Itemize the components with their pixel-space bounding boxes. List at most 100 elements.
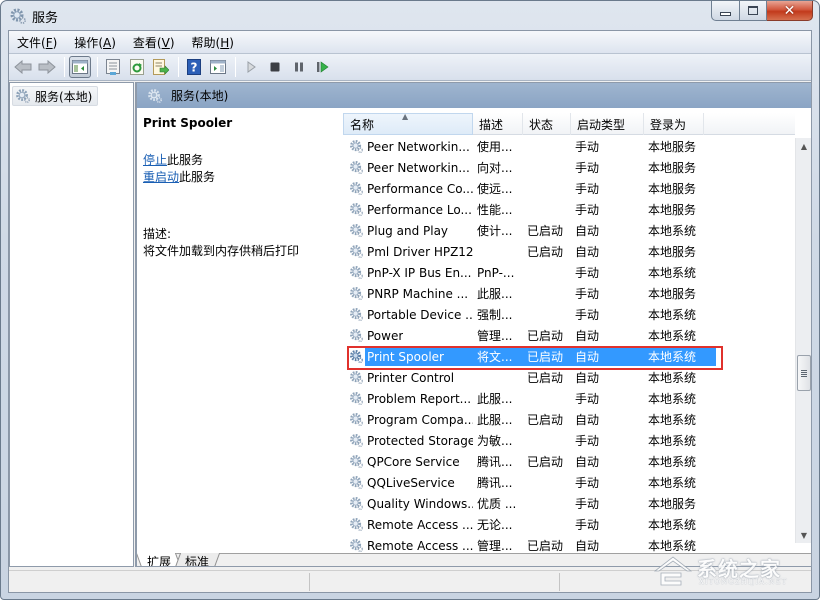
export-list-button[interactable]: [150, 56, 172, 78]
cell-startup-type: 自动: [575, 413, 600, 427]
menu-file[interactable]: 文件(F): [17, 34, 57, 51]
table-row[interactable]: Portable Device ... 强制... 手动 本地系统: [343, 304, 795, 325]
scroll-up-arrow-icon[interactable]: ▲: [796, 138, 811, 154]
table-row[interactable]: Pml Driver HPZ12 已启动 自动 本地服务: [343, 241, 795, 262]
column-header-log-on-as[interactable]: 登录为: [644, 113, 704, 135]
table-row[interactable]: Program Compa... 此服... 已启动 自动 本地系统: [343, 409, 795, 430]
stop-service-link[interactable]: 停止: [143, 153, 167, 167]
tab-standard[interactable]: 标准: [173, 553, 221, 566]
table-row[interactable]: Remote Access ... 无论... 手动 本地系统: [343, 514, 795, 535]
table-row[interactable]: QQLiveService 腾讯... 手动 本地系统: [343, 472, 795, 493]
cell-startup-type: 手动: [575, 392, 600, 406]
cell-startup-type: 手动: [575, 266, 600, 280]
close-icon: ✕: [783, 2, 796, 19]
start-service-button[interactable]: [240, 56, 262, 78]
service-gear-icon: [350, 518, 363, 531]
column-header-description[interactable]: 描述: [473, 113, 523, 135]
back-button[interactable]: [12, 56, 34, 78]
service-name: Printer Control: [367, 370, 455, 385]
scroll-down-arrow-icon[interactable]: ▼: [796, 527, 811, 543]
tree-item-services-local[interactable]: 服务(本地): [12, 86, 99, 106]
table-row[interactable]: Performance Co... 使远... 手动 本地服务: [343, 178, 795, 199]
cell-name: QPCore Service: [343, 454, 473, 469]
show-hide-console-tree-button[interactable]: [69, 56, 91, 78]
table-row[interactable]: Printer Control 已启动 自动 本地系统: [343, 367, 795, 388]
cell-name: Protected Storage: [343, 433, 473, 448]
column-header-name[interactable]: ▲ 名称: [343, 112, 473, 135]
menu-help[interactable]: 帮助(H): [192, 34, 234, 51]
cell-status: 已启动: [527, 224, 564, 238]
vertical-scrollbar[interactable]: ▲ ▼: [795, 138, 811, 543]
table-row[interactable]: Protected Storage 为敏... 手动 本地系统: [343, 430, 795, 451]
restart-service-link[interactable]: 重启动: [143, 170, 179, 184]
column-header-label: 登录为: [650, 117, 687, 132]
table-row[interactable]: Power 管理... 已启动 自动 本地系统: [343, 325, 795, 346]
cell-name: Plug and Play: [343, 223, 473, 238]
title-bar[interactable]: 服务 ✕: [1, 1, 819, 31]
cell-name: PnP-X IP Bus En...: [343, 265, 473, 280]
list-rows: Peer Networkin... 使用... 手动 本地服务 Peer Networ…: [343, 136, 795, 556]
cell-name: Printer Control: [343, 370, 473, 385]
service-name: Remote Access ...: [367, 538, 473, 553]
toolbar-separator: [64, 57, 65, 77]
restart-service-button[interactable]: [312, 56, 334, 78]
cell-name: Program Compa...: [343, 412, 473, 427]
service-gear-icon: [350, 476, 363, 489]
cell-description: 使计...: [477, 224, 513, 238]
table-row[interactable]: Problem Report... 此服... 手动 本地系统: [343, 388, 795, 409]
service-name: Remote Access ...: [367, 517, 473, 532]
show-hide-action-pane-button[interactable]: [207, 56, 229, 78]
status-divider: [559, 573, 560, 591]
stop-action: 停止此服务: [143, 152, 337, 169]
service-name: PNRP Machine ...: [367, 286, 469, 301]
service-gear-icon: [350, 455, 363, 468]
forward-icon: [38, 60, 56, 74]
close-button[interactable]: ✕: [767, 1, 813, 21]
pause-service-icon: [295, 62, 303, 72]
cell-startup-type: 手动: [575, 308, 600, 322]
column-header-status[interactable]: 状态: [523, 113, 571, 135]
cell-log-on-as: 本地服务: [648, 245, 697, 259]
service-gear-icon: [350, 203, 363, 216]
cell-name: Pml Driver HPZ12: [343, 244, 473, 259]
minimize-button[interactable]: [711, 1, 740, 21]
properties-button[interactable]: [102, 56, 124, 78]
cell-startup-type: 手动: [575, 203, 600, 217]
menu-help-accel: H: [220, 35, 230, 50]
column-header-startup-type[interactable]: 启动类型: [571, 113, 644, 135]
maximize-button[interactable]: [740, 1, 767, 21]
column-header-label: 描述: [479, 117, 504, 132]
table-row[interactable]: PNRP Machine ... 此服... 手动 本地服务: [343, 283, 795, 304]
table-row[interactable]: Peer Networkin... 使用... 手动 本地服务: [343, 136, 795, 157]
minimize-icon: [720, 11, 731, 16]
help-button[interactable]: ?: [183, 56, 205, 78]
table-row[interactable]: QPCore Service 腾讯... 已启动 自动 本地系统: [343, 451, 795, 472]
scrollbar-thumb[interactable]: [797, 355, 811, 391]
cell-name: Peer Networkin...: [343, 160, 473, 175]
pane-header: 服务(本地): [137, 83, 811, 108]
stop-service-button[interactable]: [264, 56, 286, 78]
pause-service-button[interactable]: [288, 56, 310, 78]
client-area: 文件(F) 操作(A) 查看(V) 帮助(H) ? 服务(本地) 服务(本地) …: [8, 30, 812, 593]
service-gear-icon: [350, 392, 363, 405]
menu-action[interactable]: 操作(A): [74, 34, 116, 51]
list-header: ▲ 名称 描述 状态 启动类型 登录为: [343, 112, 795, 135]
table-row[interactable]: Plug and Play 使计... 已启动 自动 本地系统: [343, 220, 795, 241]
table-row-selected[interactable]: Print Spooler 将文... 已启动 自动 本地系统: [343, 346, 795, 370]
cell-description: 向对...: [477, 161, 513, 175]
refresh-button[interactable]: [126, 56, 148, 78]
cell-name: Remote Access ...: [343, 538, 473, 553]
cell-name: Portable Device ...: [343, 307, 473, 322]
table-row[interactable]: Performance Lo... 性能... 手动 本地服务: [343, 199, 795, 220]
forward-button[interactable]: [36, 56, 58, 78]
table-row[interactable]: Quality Windows... 优质 ... 手动 本地服务: [343, 493, 795, 514]
table-row[interactable]: PnP-X IP Bus En... PnP-... 手动 本地系统: [343, 262, 795, 283]
service-gear-icon: [350, 413, 363, 426]
toolbar-separator: [178, 57, 179, 77]
service-gear-icon: [350, 371, 363, 384]
toolbar: ?: [9, 54, 811, 81]
cell-log-on-as: 本地系统: [648, 476, 697, 490]
cell-description: 为敏...: [477, 434, 513, 448]
menu-view[interactable]: 查看(V): [133, 34, 175, 51]
table-row[interactable]: Peer Networkin... 向对... 手动 本地服务: [343, 157, 795, 178]
